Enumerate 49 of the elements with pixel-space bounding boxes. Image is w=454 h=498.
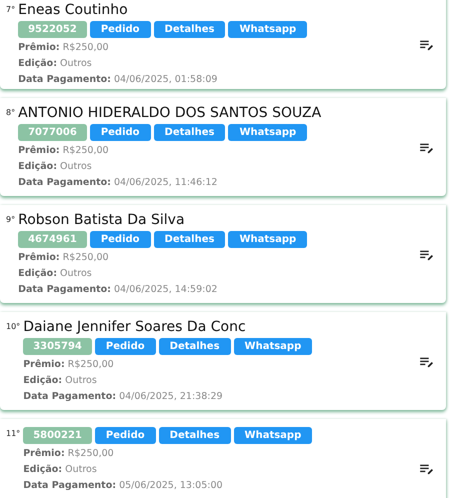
rank-label: 7°	[6, 5, 16, 14]
detail-text: Prêmio: R$250,00	[18, 144, 110, 158]
rank-label: 10°	[6, 322, 20, 331]
edit-list-icon[interactable]	[420, 249, 434, 261]
action-button[interactable]: Whatsapp	[234, 338, 312, 355]
edit-list-icon[interactable]	[420, 356, 434, 368]
detail-text: Edição: Outros	[18, 267, 93, 281]
detail-text: Prêmio: R$250,00	[18, 251, 110, 265]
winner-name: Daiane Jennifer Soares Da Conc	[23, 318, 247, 336]
detail-text: Prêmio: R$250,00	[23, 447, 115, 461]
detail-text: Data Pagamento: 04/06/2025, 11:46:12	[18, 176, 218, 190]
code-badge: 4674961	[18, 231, 87, 248]
code-badge: 9522052	[18, 21, 87, 38]
winner-name: Eneas Coutinho	[18, 1, 129, 19]
action-button[interactable]: Pedido	[94, 338, 156, 355]
detail-text: Edição: Outros	[23, 463, 98, 477]
action-button[interactable]: Detalhes	[154, 231, 226, 248]
detail-text: Data Pagamento: 04/06/2025, 01:58:09	[18, 73, 218, 87]
detail-text: Data Pagamento: 05/06/2025, 13:05:00	[23, 479, 224, 493]
detail-text: Edição: Outros	[23, 374, 98, 388]
action-button[interactable]: Whatsapp	[228, 231, 308, 248]
winner-name: ANTONIO HIDERALDO DOS SANTOS SOUZA	[18, 104, 322, 122]
detail-text: Data Pagamento: 04/06/2025, 14:59:02	[18, 283, 218, 297]
code-badge: 3305794	[23, 338, 92, 355]
action-button[interactable]: Pedido	[94, 427, 156, 444]
action-button[interactable]: Detalhes	[158, 338, 231, 355]
code-badge: 5800221	[23, 427, 92, 444]
detail-text: Prêmio: R$250,00	[23, 358, 115, 372]
action-button[interactable]: Detalhes	[158, 427, 231, 444]
code-badge: 7077006	[18, 124, 87, 141]
action-button[interactable]: Whatsapp	[228, 124, 308, 141]
detail-text: Prêmio: R$250,00	[18, 41, 110, 55]
action-button[interactable]: Detalhes	[154, 124, 226, 141]
edit-list-icon[interactable]	[420, 39, 434, 51]
rank-label: 11°	[6, 429, 20, 438]
detail-text: Edição: Outros	[18, 57, 93, 71]
action-button[interactable]: Whatsapp	[228, 21, 308, 38]
winner-name: Robson Batista Da Silva	[18, 211, 186, 229]
edit-list-icon[interactable]	[420, 463, 434, 475]
action-button[interactable]: Pedido	[90, 231, 151, 248]
detail-text: Edição: Outros	[18, 160, 93, 174]
rank-label: 9°	[6, 215, 16, 224]
action-button[interactable]: Detalhes	[154, 21, 226, 38]
action-button[interactable]: Pedido	[90, 124, 151, 141]
edit-list-icon[interactable]	[420, 142, 434, 154]
action-button[interactable]: Pedido	[90, 21, 151, 38]
detail-text: Data Pagamento: 04/06/2025, 21:38:29	[23, 390, 224, 404]
rank-label: 8°	[6, 108, 16, 117]
action-button[interactable]: Whatsapp	[234, 427, 312, 444]
